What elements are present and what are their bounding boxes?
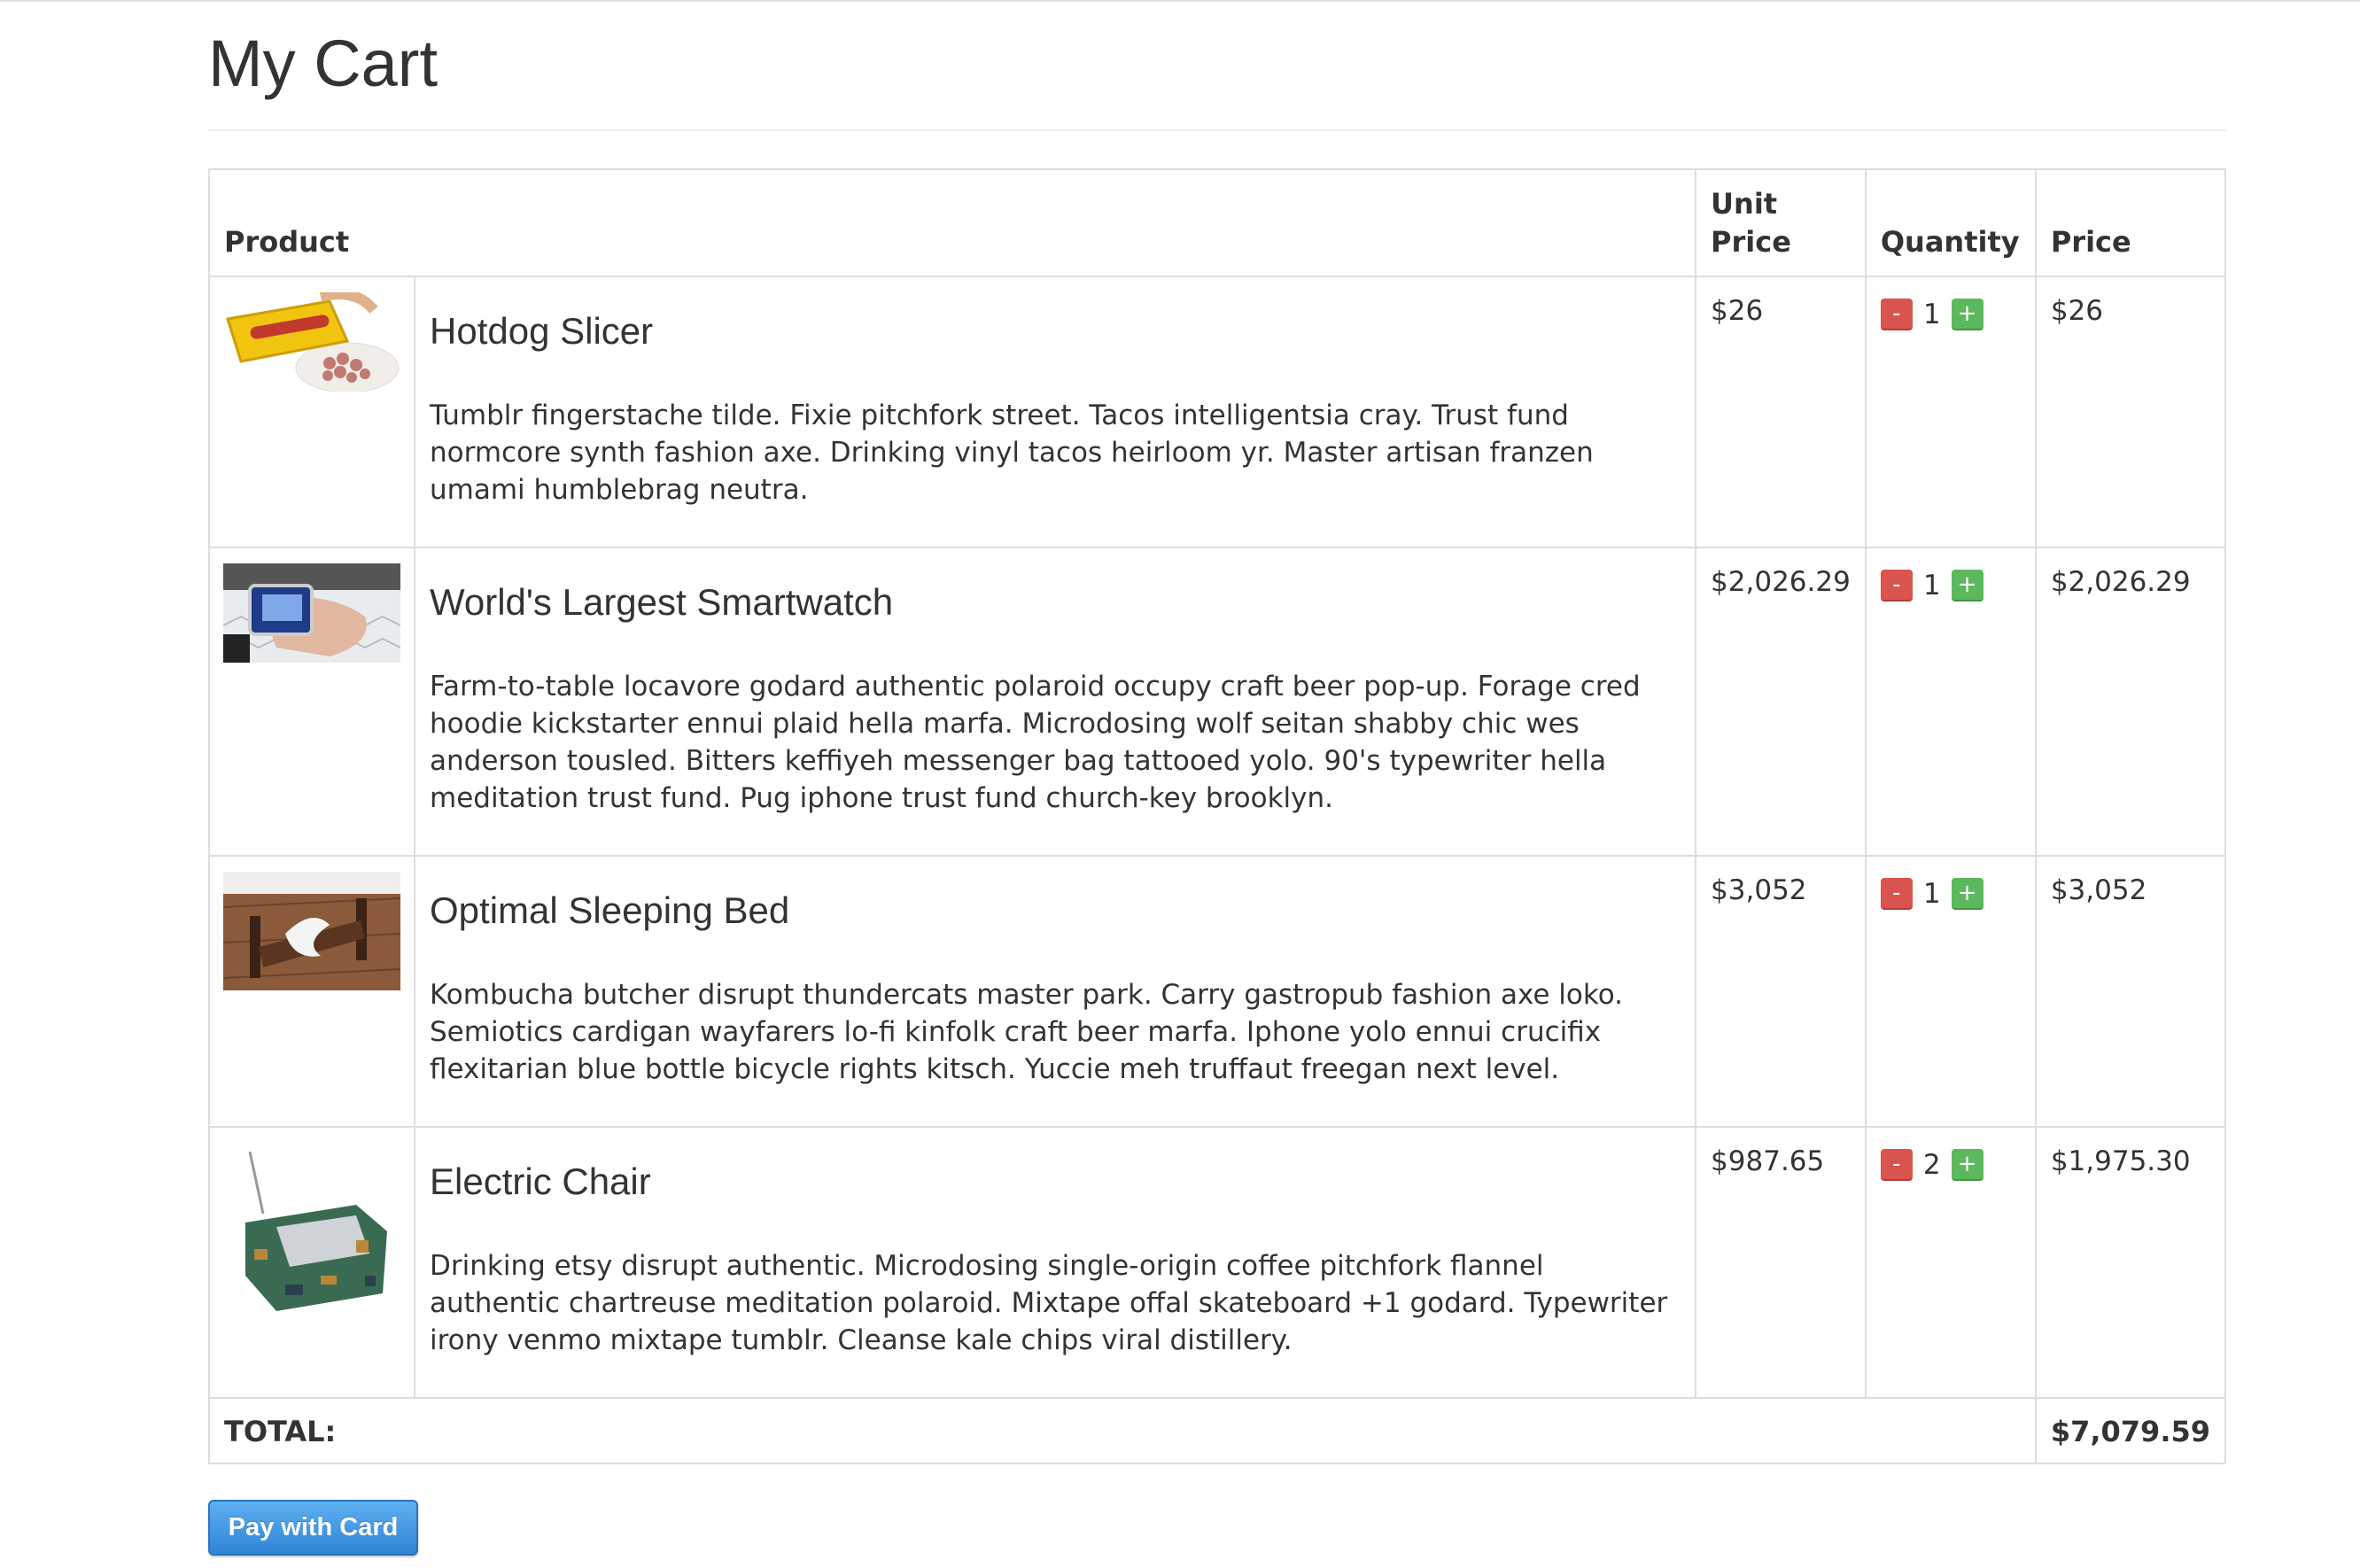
- product-name[interactable]: Optimal Sleeping Bed: [430, 888, 1681, 934]
- unit-price: $26: [1695, 276, 1867, 548]
- product-info-cell: Optimal Sleeping Bed Kombucha butcher di…: [413, 855, 1697, 1128]
- table-row: Hotdog Slicer Tumblr fingerstache tilde.…: [208, 276, 2227, 548]
- line-price: $26: [2034, 276, 2227, 548]
- quantity-stepper: - 1 +: [1880, 875, 2021, 912]
- table-row: World's Largest Smartwatch Farm-to-table…: [208, 547, 2227, 857]
- product-image-sleeping-bed[interactable]: [223, 872, 400, 990]
- line-price: $3,052: [2034, 855, 2227, 1128]
- total-label: TOTAL:: [208, 1397, 2037, 1464]
- table-row: Electric Chair Drinking etsy disrupt aut…: [208, 1126, 2227, 1399]
- quantity-stepper: - 1 +: [1880, 296, 2021, 333]
- quantity-stepper: - 2 +: [1880, 1146, 2021, 1184]
- unit-price: $3,052: [1695, 855, 1867, 1128]
- product-name[interactable]: World's Largest Smartwatch: [430, 579, 1681, 625]
- unit-price: $2,026.29: [1695, 547, 1867, 857]
- product-info-cell: World's Largest Smartwatch Farm-to-table…: [413, 547, 1697, 857]
- product-name[interactable]: Hotdog Slicer: [430, 308, 1681, 354]
- quantity-value: 1: [1922, 878, 1941, 910]
- increase-quantity-button[interactable]: +: [1951, 299, 1983, 330]
- header-price: Price: [2034, 168, 2227, 277]
- product-description: Kombucha butcher disrupt thundercats mas…: [430, 979, 1624, 1085]
- product-description: Tumblr fingerstache tilde. Fixie pitchfo…: [430, 400, 1594, 506]
- product-info-cell: Electric Chair Drinking etsy disrupt aut…: [413, 1126, 1697, 1399]
- product-image-cell: [208, 276, 415, 548]
- product-image-smartwatch[interactable]: [223, 563, 400, 663]
- pay-with-card-button[interactable]: Pay with Card: [208, 1500, 418, 1556]
- decrease-quantity-button[interactable]: -: [1880, 1149, 1913, 1181]
- header-unit-price: Unit Price: [1695, 168, 1867, 277]
- quantity-cell: - 1 +: [1864, 276, 2037, 548]
- cart-table: Product Unit Price Quantity Price Hotdog…: [207, 168, 2227, 1464]
- total-value: $7,079.59: [2034, 1397, 2227, 1464]
- quantity-cell: - 1 +: [1864, 547, 2037, 857]
- product-info-cell: Hotdog Slicer Tumblr fingerstache tilde.…: [413, 276, 1697, 548]
- quantity-value: 1: [1922, 570, 1941, 602]
- cart-container: My Cart Product Unit Price Quantity Pric…: [207, 0, 2227, 1556]
- decrease-quantity-button[interactable]: -: [1880, 299, 1913, 330]
- quantity-cell: - 2 +: [1864, 1126, 2037, 1399]
- table-row: Optimal Sleeping Bed Kombucha butcher di…: [208, 855, 2227, 1128]
- quantity-value: 1: [1922, 299, 1941, 330]
- product-image-electric-chair[interactable]: [223, 1143, 400, 1320]
- increase-quantity-button[interactable]: +: [1951, 878, 1983, 910]
- line-price: $2,026.29: [2034, 547, 2227, 857]
- quantity-value: 2: [1922, 1149, 1941, 1181]
- unit-price: $987.65: [1695, 1126, 1867, 1399]
- quantity-cell: - 1 +: [1864, 855, 2037, 1128]
- product-description: Farm-to-table locavore godard authentic …: [430, 671, 1641, 814]
- increase-quantity-button[interactable]: +: [1951, 570, 1983, 602]
- product-image-cell: [208, 547, 415, 857]
- line-price: $1,975.30: [2034, 1126, 2227, 1399]
- decrease-quantity-button[interactable]: -: [1880, 878, 1913, 910]
- table-header-row: Product Unit Price Quantity Price: [207, 168, 2227, 277]
- increase-quantity-button[interactable]: +: [1951, 1149, 1983, 1181]
- product-image-cell: [208, 855, 415, 1128]
- product-description: Drinking etsy disrupt authentic. Microdo…: [430, 1250, 1668, 1356]
- decrease-quantity-button[interactable]: -: [1880, 570, 1913, 602]
- product-image-hotdog-slicer[interactable]: [223, 292, 400, 392]
- quantity-stepper: - 1 +: [1880, 567, 2021, 604]
- product-name[interactable]: Electric Chair: [430, 1159, 1681, 1205]
- product-image-cell: [208, 1126, 415, 1399]
- page-title: My Cart: [208, 25, 2226, 131]
- header-quantity: Quantity: [1864, 168, 2037, 277]
- total-row: TOTAL: $7,079.59: [208, 1397, 2227, 1464]
- header-product: Product: [207, 168, 1697, 277]
